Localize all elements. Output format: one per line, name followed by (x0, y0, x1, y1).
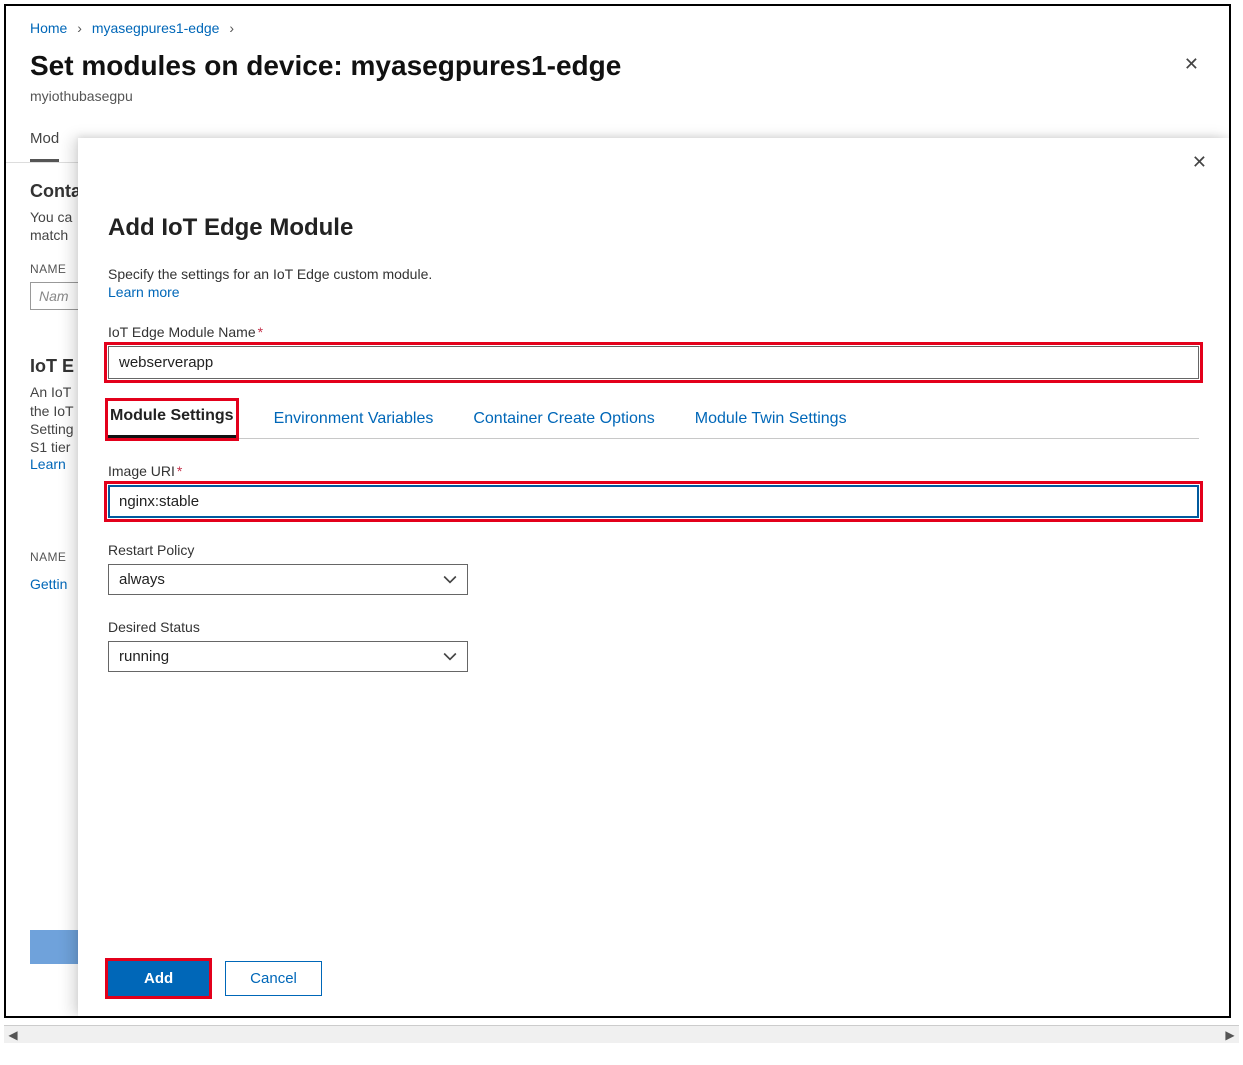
close-icon[interactable]: ✕ (1178, 50, 1205, 79)
panel-title: Add IoT Edge Module (108, 214, 1199, 242)
module-name-input[interactable] (108, 346, 1199, 379)
page-subtitle: myiothubasegpu (6, 86, 1229, 120)
scroll-right-icon[interactable]: ▶ (1223, 1028, 1237, 1042)
page-header: Set modules on device: myasegpures1-edge… (6, 42, 1229, 86)
breadcrumb-sep: › (77, 20, 82, 36)
image-uri-label: Image URI* (108, 463, 1199, 479)
restart-policy-select[interactable]: always (108, 564, 468, 595)
breadcrumb-sep: › (229, 20, 234, 36)
page-title: Set modules on device: myasegpures1-edge (30, 50, 621, 82)
panel-footer: Add Cancel (108, 939, 1199, 996)
tab-env-variables[interactable]: Environment Variables (272, 404, 436, 438)
horizontal-scrollbar[interactable]: ◀ ▶ (4, 1025, 1239, 1043)
image-uri-input[interactable] (108, 485, 1199, 518)
breadcrumb-home[interactable]: Home (30, 20, 67, 36)
breadcrumb-device[interactable]: myasegpures1-edge (92, 20, 220, 36)
tab-module-settings[interactable]: Module Settings (108, 401, 236, 439)
image-uri-label-text: Image URI (108, 463, 175, 479)
cancel-button[interactable]: Cancel (225, 961, 322, 996)
panel-tabs: Module Settings Environment Variables Co… (108, 401, 1199, 439)
tab-container-options[interactable]: Container Create Options (471, 404, 656, 438)
module-name-label: IoT Edge Module Name* (108, 324, 1199, 340)
restart-policy-label: Restart Policy (108, 542, 1199, 558)
desired-status-value: running (119, 648, 169, 665)
required-icon: * (177, 463, 182, 479)
add-button[interactable]: Add (108, 961, 209, 996)
breadcrumb: Home › myasegpures1-edge › (6, 6, 1229, 42)
close-icon[interactable]: ✕ (1192, 152, 1207, 173)
scroll-left-icon[interactable]: ◀ (6, 1028, 20, 1042)
bg-learn-link[interactable]: Learn (30, 456, 66, 472)
desired-status-select[interactable]: running (108, 641, 468, 672)
restart-policy-value: always (119, 571, 165, 588)
panel-description: Specify the settings for an IoT Edge cus… (108, 266, 1199, 282)
desired-status-label: Desired Status (108, 619, 1199, 635)
tab-modules[interactable]: Mod (30, 120, 59, 162)
bg-row-link[interactable]: Gettin (30, 576, 67, 592)
app-frame: Home › myasegpures1-edge › Set modules o… (4, 4, 1231, 1018)
learn-more-link[interactable]: Learn more (108, 284, 1199, 300)
required-icon: * (258, 324, 263, 340)
chevron-down-icon (443, 650, 457, 664)
add-module-panel: ✕ Add IoT Edge Module Specify the settin… (78, 138, 1229, 1016)
module-name-label-text: IoT Edge Module Name (108, 324, 256, 340)
tab-twin-settings[interactable]: Module Twin Settings (693, 404, 849, 438)
chevron-down-icon (443, 573, 457, 587)
scroll-track[interactable] (20, 1030, 1223, 1040)
